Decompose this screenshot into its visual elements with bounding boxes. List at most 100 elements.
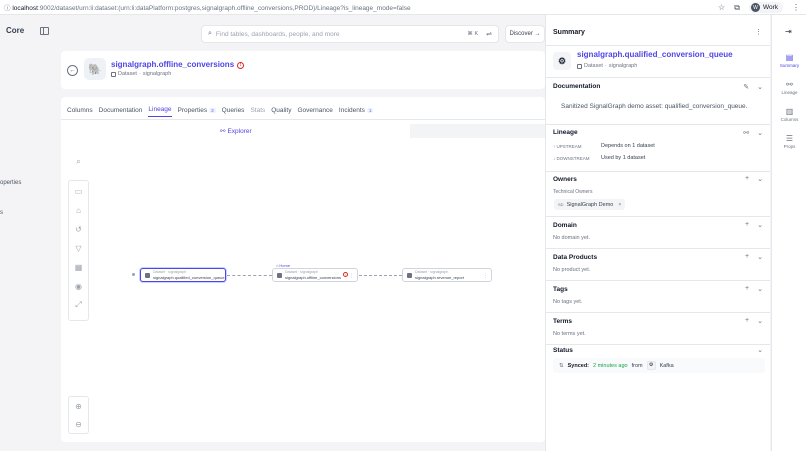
- chevron-down-icon[interactable]: ⌄: [757, 317, 763, 325]
- lineage-node-downstream[interactable]: Dataset · signalgraph signalgraph.revenue…: [402, 268, 492, 282]
- divider: [546, 312, 770, 313]
- add-icon[interactable]: +: [745, 317, 749, 325]
- divider: [546, 216, 770, 217]
- search-bar[interactable]: ⌕ ⌘ K ⇌: [201, 25, 499, 43]
- search-input[interactable]: [215, 30, 446, 38]
- more-options-icon[interactable]: ⋮: [755, 28, 762, 36]
- documentation-text: Sanitized SignalGraph demo asset: qualif…: [561, 103, 748, 110]
- tab-columns[interactable]: Columns: [67, 103, 93, 117]
- fullscreen-icon[interactable]: ⤢: [72, 298, 86, 312]
- terms-title: Terms: [553, 318, 573, 325]
- dataset-icon: [577, 63, 582, 69]
- tab-bar: Columns Documentation Lineage Properties…: [67, 103, 374, 117]
- dataset-icon: [407, 272, 412, 278]
- rnav-lineage[interactable]: ⚯ Lineage: [772, 80, 806, 95]
- collapse-panel-icon[interactable]: ⇥: [785, 27, 792, 36]
- edit-icon[interactable]: ✎: [743, 83, 749, 91]
- entity-platform: signalgraph: [142, 71, 172, 77]
- upstream-row[interactable]: ↑ UPSTREAM Depends on 1 dataset: [553, 143, 655, 149]
- filter-icon[interactable]: ▽: [72, 241, 86, 255]
- remove-owner-icon[interactable]: ×: [618, 202, 621, 208]
- divider: [546, 77, 770, 78]
- incident-warning-icon[interactable]: !: [343, 272, 348, 277]
- calendar-icon[interactable]: ▦: [72, 260, 86, 274]
- asset-subtitle: Dataset · signalgraph: [577, 63, 637, 69]
- lineage-edge: [227, 275, 272, 276]
- add-icon[interactable]: +: [745, 253, 749, 261]
- expand-handle[interactable]: [132, 273, 135, 276]
- chevron-down-icon[interactable]: ⌄: [757, 83, 763, 91]
- add-icon[interactable]: +: [745, 285, 749, 293]
- brand-logo[interactable]: Core: [6, 26, 24, 35]
- url-bar[interactable]: ⓘ localhost:9002/dataset/urn:li:dataset:…: [4, 2, 694, 12]
- tab-properties[interactable]: Properties 3: [178, 103, 216, 117]
- panel-icon[interactable]: ▭: [72, 184, 86, 198]
- downstream-row[interactable]: ↓ DOWNSTREAM Used by 1 dataset: [553, 155, 645, 161]
- url-path: :9002/dataset/urn:li:dataset:(urn:li:dat…: [37, 5, 411, 12]
- entity-title[interactable]: signalgraph.offline_conversions!: [111, 60, 245, 69]
- menu-kebab-icon[interactable]: ⋮: [792, 3, 800, 12]
- zoom-in-icon[interactable]: ⊕: [72, 399, 86, 413]
- incident-warning-icon[interactable]: !: [237, 62, 245, 69]
- lineage-node-upstream[interactable]: Dataset · signalgraph signalgraph.qualifi…: [140, 268, 226, 282]
- reset-icon[interactable]: ↺: [72, 222, 86, 236]
- node-menu-icon[interactable]: ⋮: [349, 273, 354, 279]
- filter-sliders-icon[interactable]: ⇌: [486, 30, 492, 38]
- search-icon[interactable]: ⌕: [72, 155, 86, 169]
- entity-type: Dataset: [118, 71, 137, 77]
- camera-icon[interactable]: ◉: [72, 279, 86, 293]
- chevron-down-icon[interactable]: ⌄: [757, 285, 763, 293]
- data-products-title: Data Products: [553, 254, 598, 261]
- lineage-icon: ⚯: [786, 80, 793, 89]
- lineage-edge: [359, 275, 402, 276]
- properties-count-badge: 3: [209, 107, 216, 113]
- chevron-down-icon[interactable]: ⌄: [757, 129, 763, 137]
- domain-title: Domain: [553, 222, 577, 229]
- bookmark-star-icon[interactable]: ☆: [718, 3, 725, 12]
- explorer-button[interactable]: ⚯ Explorer: [220, 127, 252, 136]
- extensions-icon[interactable]: ⧉: [734, 3, 740, 13]
- zoom-out-icon[interactable]: ⊖: [72, 417, 86, 431]
- search-shortcut: ⌘ K: [467, 31, 479, 37]
- chevron-down-icon[interactable]: ⌄: [757, 253, 763, 261]
- tab-stats[interactable]: Stats: [250, 103, 265, 117]
- sidebar-fragment[interactable]: s: [0, 210, 3, 216]
- book-icon: ▤: [785, 53, 794, 62]
- node-menu-icon[interactable]: ⋮: [483, 273, 488, 279]
- tab-documentation[interactable]: Documentation: [99, 103, 143, 117]
- tab-incidents[interactable]: Incidents 1: [339, 103, 374, 117]
- lineage-node-current[interactable]: Dataset · signalgraph signalgraph.offline…: [272, 268, 358, 282]
- tab-quality[interactable]: Quality: [271, 103, 291, 117]
- rnav-columns[interactable]: ▥ Columns: [772, 107, 806, 122]
- tab-lineage[interactable]: Lineage: [148, 103, 172, 117]
- owner-chip[interactable]: SD SignalGraph Demo ×: [554, 199, 626, 210]
- dataset-icon: [277, 272, 282, 278]
- rnav-summary[interactable]: ▤ Summary: [772, 53, 806, 68]
- tags-empty: No tags yet.: [553, 299, 583, 305]
- add-icon[interactable]: +: [745, 221, 749, 229]
- chevron-down-icon[interactable]: ⌄: [757, 175, 763, 183]
- sidebar-fragment-properties[interactable]: operties: [0, 180, 21, 186]
- discover-button[interactable]: Discover →: [505, 25, 545, 43]
- tab-queries[interactable]: Queries: [222, 103, 245, 117]
- status-title: Status: [553, 347, 573, 354]
- divider: [546, 171, 770, 172]
- home-icon[interactable]: ⌂: [72, 203, 86, 217]
- sidebar-toggle-icon[interactable]: [40, 27, 49, 35]
- entity-header: ← 🐘 signalgraph.offline_conversions! Dat…: [61, 51, 545, 89]
- summary-panel: Summary ⋮ ⚙ signalgraph.qualified_conver…: [545, 15, 770, 451]
- asset-title[interactable]: signalgraph.qualified_conversion_queue: [577, 50, 733, 59]
- back-arrow-icon[interactable]: ←: [67, 65, 78, 76]
- chevron-down-icon[interactable]: ⌄: [757, 221, 763, 229]
- list-icon: ☰: [785, 134, 794, 143]
- add-icon[interactable]: +: [745, 175, 749, 183]
- divider: [546, 344, 770, 345]
- postgres-logo-icon: 🐘: [84, 58, 106, 80]
- rnav-props[interactable]: ☰ Props: [772, 134, 806, 149]
- status-source: Kafka: [659, 362, 674, 369]
- lineage-icon[interactable]: ⚯: [743, 129, 749, 137]
- chevron-down-icon[interactable]: ⌄: [757, 346, 763, 354]
- lineage-tools: ▭ ⌂ ↺ ▽ ▦ ◉ ⤢: [68, 180, 89, 321]
- profile-button[interactable]: W Work: [748, 2, 783, 13]
- tab-governance[interactable]: Governance: [297, 103, 332, 117]
